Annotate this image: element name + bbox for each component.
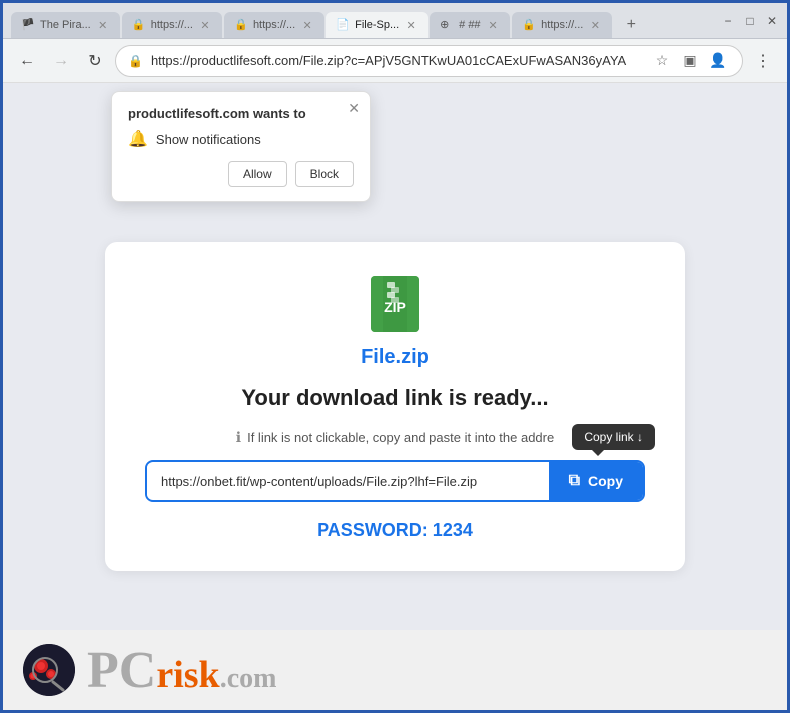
- file-icon-wrapper: ZIP: [145, 272, 645, 336]
- bookmark-icon[interactable]: ☆: [650, 49, 674, 73]
- tab-label-5: # ##: [459, 19, 481, 31]
- tab-favicon-2: 🔒: [132, 18, 146, 32]
- copy-link-tooltip: Copy link ↓: [572, 424, 655, 450]
- block-button[interactable]: Block: [295, 161, 354, 187]
- tab-close-2[interactable]: ✕: [198, 18, 212, 32]
- popup-close-button[interactable]: ✕: [348, 100, 360, 117]
- address-bar[interactable]: 🔒 https://productlifesoft.com/File.zip?c…: [115, 45, 743, 77]
- pcrisk-risk-text: risk: [156, 654, 219, 696]
- tab-label-2: https://...: [151, 19, 193, 31]
- info-text: If link is not clickable, copy and paste…: [247, 430, 554, 445]
- nav-right-buttons: ⋮: [749, 47, 777, 75]
- tab-strip: 🏴 The Pira... ✕ 🔒 https://... ✕ 🔒 https:…: [11, 3, 713, 38]
- split-view-icon[interactable]: ▣: [678, 49, 702, 73]
- popup-title: productlifesoft.com wants to: [128, 106, 354, 121]
- pcrisk-logo-ball: [23, 644, 75, 696]
- tab-close-4[interactable]: ✕: [404, 18, 418, 32]
- forward-button[interactable]: →: [47, 47, 75, 75]
- tab-favicon-5: ⊕: [440, 18, 454, 32]
- browser-window: 🏴 The Pira... ✕ 🔒 https://... ✕ 🔒 https:…: [0, 0, 790, 713]
- tab-label-3: https://...: [253, 19, 295, 31]
- copy-icon: ⧉: [569, 472, 580, 490]
- tab-close-1[interactable]: ✕: [96, 18, 110, 32]
- new-tab-button[interactable]: +: [618, 12, 644, 38]
- reload-button[interactable]: ↻: [81, 47, 109, 75]
- maximize-button[interactable]: □: [743, 14, 757, 28]
- page-content: ✕ productlifesoft.com wants to 🔔 Show no…: [3, 83, 787, 710]
- window-controls: − □ ✕: [721, 14, 779, 28]
- tab-close-6[interactable]: ✕: [588, 18, 602, 32]
- bell-icon: 🔔: [128, 129, 148, 149]
- minimize-button[interactable]: −: [721, 14, 735, 28]
- browser-tab-3[interactable]: 🔒 https://... ✕: [224, 12, 324, 38]
- address-text: https://productlifesoft.com/File.zip?c=A…: [151, 53, 642, 68]
- pcrisk-text-logo: PCrisk.com: [87, 641, 276, 700]
- pcrisk-ball-svg: [23, 644, 75, 696]
- tab-close-5[interactable]: ✕: [486, 18, 500, 32]
- browser-tab-2[interactable]: 🔒 https://... ✕: [122, 12, 222, 38]
- tooltip-text: Copy link ↓: [584, 430, 643, 444]
- tab-favicon-3: 🔒: [234, 18, 248, 32]
- copy-button[interactable]: ⧉ Copy: [549, 462, 643, 500]
- notification-row: 🔔 Show notifications: [128, 129, 354, 149]
- notification-label: Show notifications: [156, 132, 261, 147]
- tab-favicon-6: 🔒: [522, 18, 536, 32]
- browser-tab-1[interactable]: 🏴 The Pira... ✕: [11, 12, 120, 38]
- tab-label-6: https://...: [541, 19, 583, 31]
- notification-popup: ✕ productlifesoft.com wants to 🔔 Show no…: [111, 91, 371, 202]
- close-button[interactable]: ✕: [765, 14, 779, 28]
- account-icon[interactable]: 👤: [706, 49, 730, 73]
- allow-button[interactable]: Allow: [228, 161, 287, 187]
- popup-buttons: Allow Block: [128, 161, 354, 187]
- main-card: ZIP File.zip Your download link is ready…: [105, 242, 685, 571]
- address-actions: ☆ ▣ 👤: [650, 49, 730, 73]
- browser-tab-4[interactable]: 📄 File-Sp... ✕: [326, 12, 428, 38]
- back-button[interactable]: ←: [13, 47, 41, 75]
- nav-bar: ← → ↻ 🔒 https://productlifesoft.com/File…: [3, 39, 787, 83]
- tab-favicon-1: 🏴: [21, 18, 35, 32]
- file-name: File.zip: [145, 346, 645, 369]
- tab-favicon-4: 📄: [336, 18, 350, 32]
- browser-tab-5[interactable]: ⊕ # ## ✕: [430, 12, 510, 38]
- info-row: ℹ If link is not clickable, copy and pas…: [145, 429, 645, 446]
- url-input[interactable]: [147, 464, 549, 499]
- pcrisk-pc-text: PC: [87, 642, 156, 699]
- tab-close-3[interactable]: ✕: [300, 18, 314, 32]
- tab-label-1: The Pira...: [40, 19, 91, 31]
- url-row: ⧉ Copy: [145, 460, 645, 502]
- title-bar: 🏴 The Pira... ✕ 🔒 https://... ✕ 🔒 https:…: [3, 3, 787, 39]
- password-text: PASSWORD: 1234: [145, 520, 645, 541]
- download-heading: Your download link is ready...: [145, 385, 645, 411]
- footer-bar: PCrisk.com: [3, 630, 787, 710]
- browser-tab-6[interactable]: 🔒 https://... ✕: [512, 12, 612, 38]
- zip-file-icon: ZIP: [363, 272, 427, 336]
- extensions-button[interactable]: ⋮: [749, 47, 777, 75]
- copy-button-label: Copy: [588, 473, 623, 489]
- pcrisk-com-text: .com: [220, 663, 277, 694]
- lock-icon: 🔒: [128, 54, 143, 68]
- tab-label-4: File-Sp...: [355, 19, 399, 31]
- info-icon: ℹ: [236, 429, 241, 446]
